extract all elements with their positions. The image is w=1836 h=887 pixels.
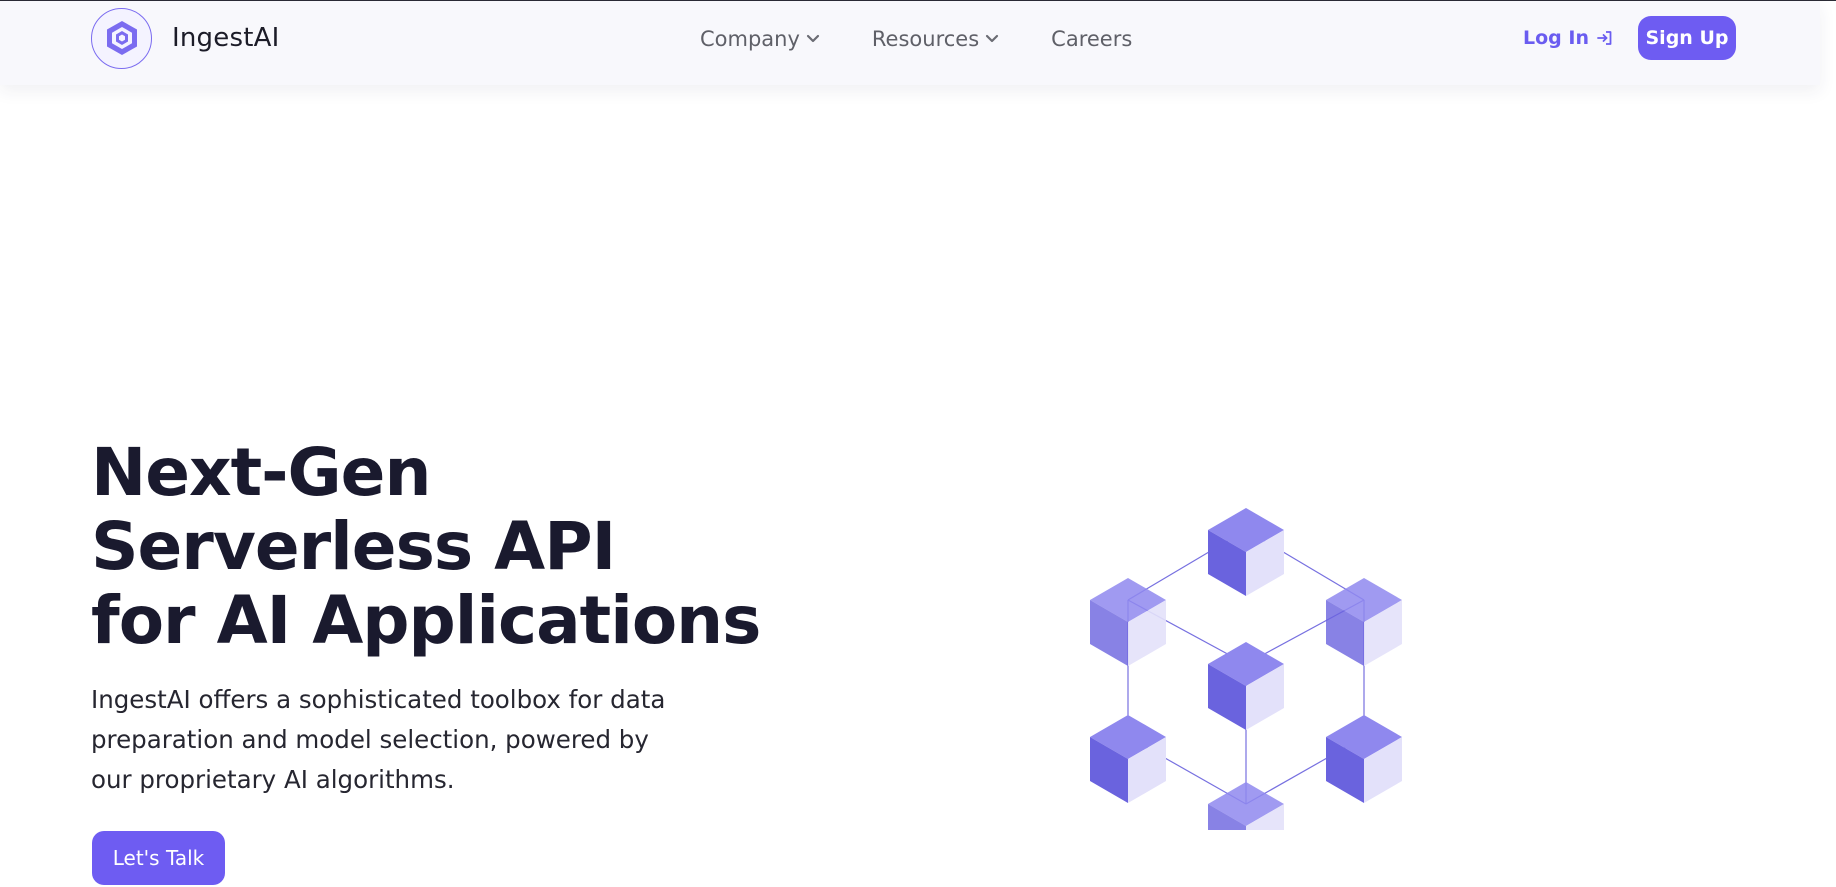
lets-talk-button[interactable]: Let's Talk <box>92 831 225 885</box>
hero-description-line: IngestAI offers a sophisticated toolbox … <box>91 685 666 714</box>
hero-description: IngestAI offers a sophisticated toolbox … <box>91 680 691 800</box>
brand[interactable]: IngestAI <box>91 7 279 69</box>
login-label: Log In <box>1523 27 1589 49</box>
hexagon-logo-icon <box>91 7 152 69</box>
hero-description-line: preparation and model selection, powered… <box>91 725 649 754</box>
nav-item-company[interactable]: Company <box>700 27 820 51</box>
nav-item-label: Resources <box>871 27 980 51</box>
hero-title-line: for AI Applications <box>91 582 761 659</box>
hero-description-line: our proprietary AI algorithms. <box>91 765 455 794</box>
hero-title-line: Serverless API <box>91 508 616 585</box>
navbar: IngestAI Company Resources Careers Log I… <box>0 1 1820 85</box>
nav-item-resources[interactable]: Resources <box>872 27 999 51</box>
nav-item-careers[interactable]: Careers <box>1051 27 1132 51</box>
cube-network-illustration <box>1090 508 1402 830</box>
brand-name: IngestAI <box>172 23 280 53</box>
landing-page: IngestAI Company Resources Careers Log I… <box>0 0 1836 887</box>
chevron-down-icon <box>985 34 999 44</box>
login-link[interactable]: Log In <box>1523 27 1614 49</box>
main-nav: Company Resources Careers <box>700 20 1184 58</box>
login-arrow-icon <box>1596 29 1614 47</box>
cube <box>1326 715 1402 803</box>
nav-item-label: Company <box>700 27 800 51</box>
cube <box>1208 508 1284 596</box>
cube <box>1326 578 1402 666</box>
signup-button[interactable]: Sign Up <box>1637 16 1736 60</box>
hero-title: Next-Gen Serverless API for AI Applicati… <box>91 434 761 659</box>
cube <box>1090 578 1166 666</box>
cube <box>1208 642 1284 730</box>
auth-actions: Log In Sign Up <box>1523 16 1736 60</box>
hero-title-line: Next-Gen <box>91 434 431 511</box>
nav-item-label: Careers <box>1051 27 1133 51</box>
chevron-down-icon <box>806 34 820 44</box>
cube <box>1090 715 1166 803</box>
